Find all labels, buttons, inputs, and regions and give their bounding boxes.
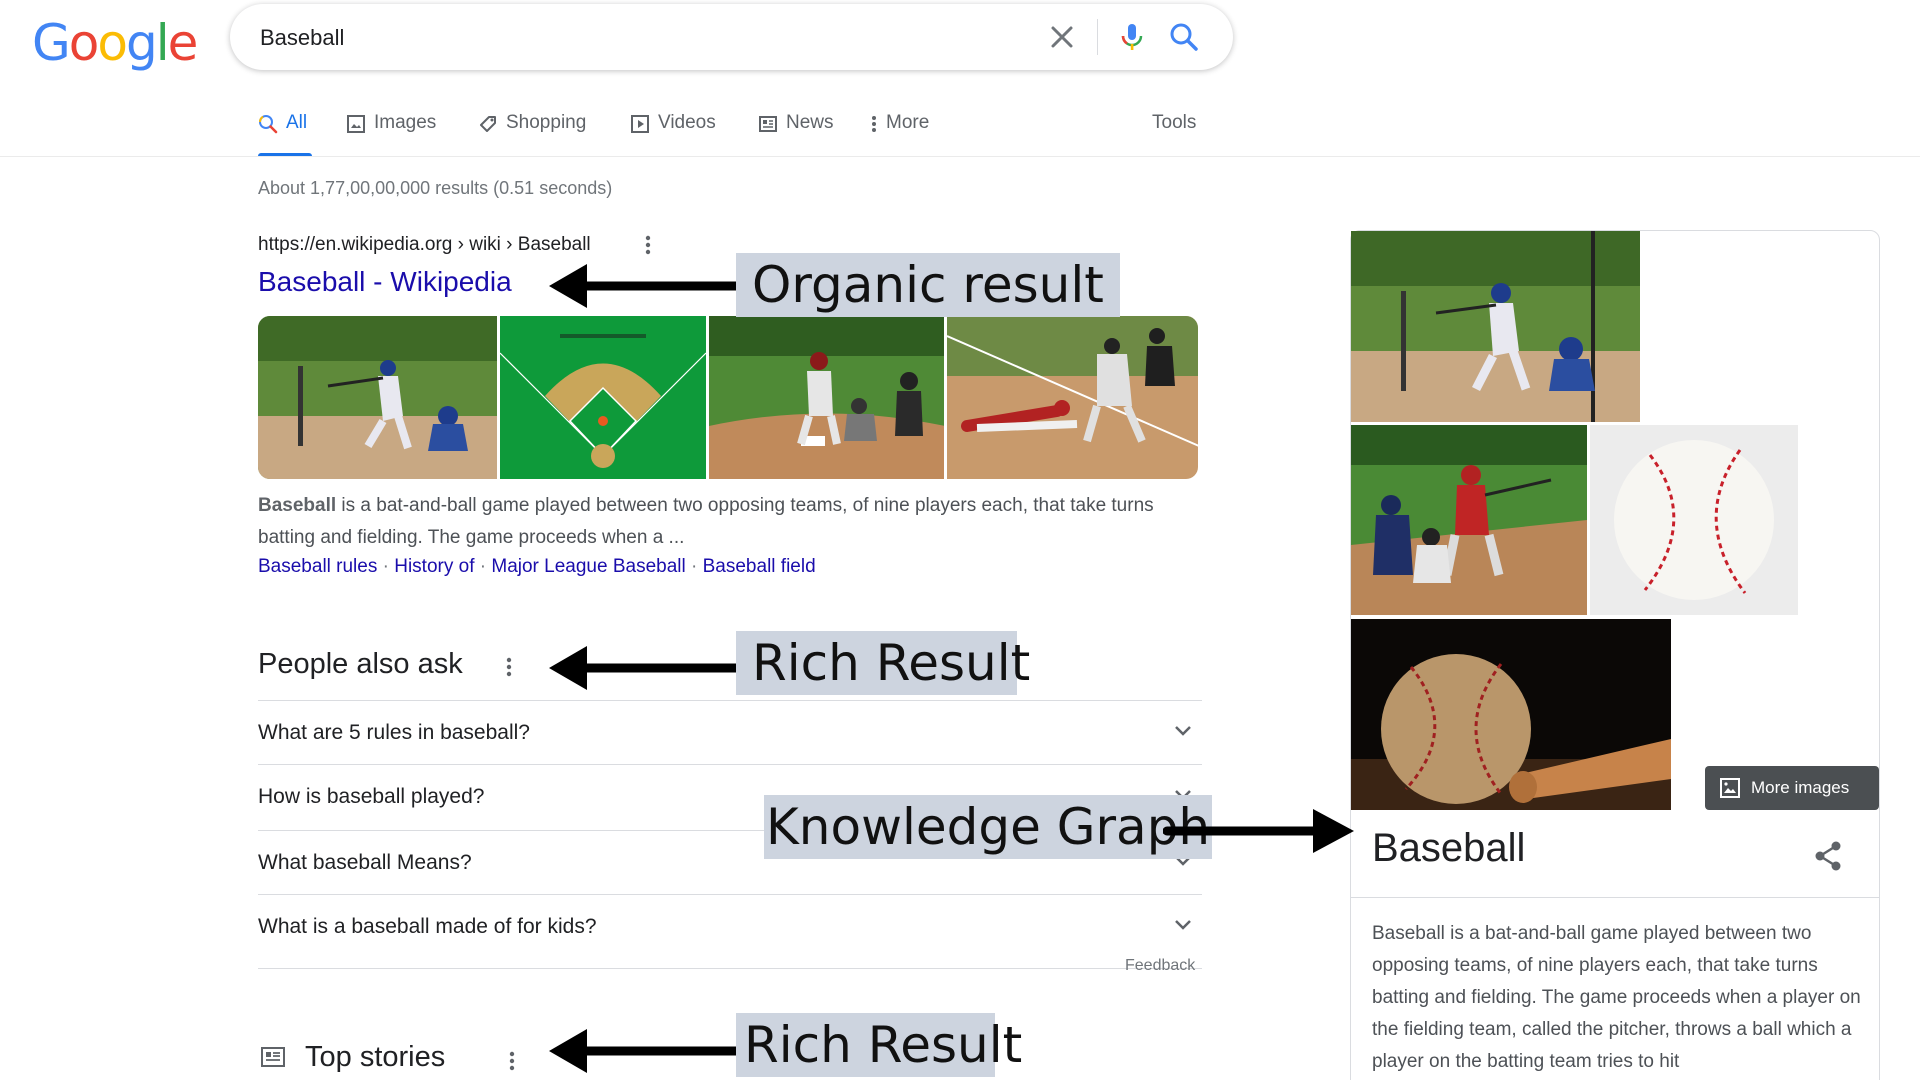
arrow-left-icon bbox=[549, 264, 740, 308]
sitelink-separator: · bbox=[685, 556, 703, 577]
chevron-down-icon bbox=[1175, 920, 1191, 930]
result-menu-icon[interactable] bbox=[644, 234, 652, 260]
logo-letter: e bbox=[167, 14, 199, 72]
search-icon bbox=[258, 115, 278, 134]
tab-label: More bbox=[886, 112, 930, 133]
kp-title: Baseball bbox=[1372, 826, 1526, 870]
kp-divider bbox=[1351, 897, 1879, 898]
sitelink-separator: · bbox=[377, 556, 395, 577]
arrow-left-icon bbox=[549, 1029, 740, 1073]
callout-rich-result: Rich Result bbox=[736, 631, 1030, 695]
paa-question-text: What baseball Means? bbox=[258, 851, 472, 874]
feedback-link[interactable]: Feedback bbox=[1125, 957, 1195, 975]
paa-question[interactable]: What is a baseball made of for kids? bbox=[258, 894, 1202, 958]
result-thumbnail[interactable] bbox=[946, 316, 1198, 479]
paa-menu-icon[interactable] bbox=[505, 656, 513, 682]
sitelink[interactable]: Major League Baseball bbox=[491, 556, 685, 577]
logo-letter: l bbox=[155, 14, 170, 72]
kp-image[interactable] bbox=[1590, 425, 1798, 615]
callout-knowledge-graph: Knowledge Graph bbox=[764, 795, 1213, 859]
sitelink[interactable]: History of bbox=[394, 556, 474, 577]
top-stories-menu-icon[interactable] bbox=[508, 1050, 516, 1076]
result-thumbnail[interactable] bbox=[258, 316, 498, 479]
search-input[interactable] bbox=[260, 25, 960, 51]
result-thumbnail[interactable] bbox=[500, 316, 706, 479]
top-stories-heading: Top stories bbox=[305, 1041, 446, 1073]
search-box[interactable] bbox=[230, 4, 1233, 70]
result-stats: About 1,77,00,00,000 results (0.51 secon… bbox=[258, 178, 613, 198]
callout-organic-result: Organic result bbox=[736, 253, 1120, 317]
more-images-label: More images bbox=[1751, 778, 1850, 797]
tab-images[interactable]: Images bbox=[346, 112, 436, 156]
paa-bottom-divider bbox=[258, 968, 1202, 969]
paa-question-text: What are 5 rules in baseball? bbox=[258, 721, 530, 744]
search-divider bbox=[1097, 19, 1098, 55]
tools-button[interactable]: Tools bbox=[1152, 112, 1196, 156]
paa-heading: People also ask bbox=[258, 648, 463, 680]
newspaper-icon bbox=[759, 116, 777, 132]
tag-icon bbox=[480, 116, 496, 132]
sitelink-separator: · bbox=[474, 556, 492, 577]
snippet-bold: Baseball bbox=[258, 495, 337, 516]
search-icon[interactable] bbox=[1168, 21, 1200, 53]
microphone-icon[interactable] bbox=[1116, 21, 1148, 53]
tab-label: Videos bbox=[658, 112, 716, 133]
kp-description: Baseball is a bat-and-ball game played b… bbox=[1372, 923, 1861, 1072]
result-image-strip bbox=[258, 316, 1198, 479]
tab-more[interactable]: More bbox=[870, 112, 929, 156]
image-icon bbox=[1720, 778, 1740, 798]
logo-letter: o bbox=[68, 14, 100, 72]
image-icon bbox=[347, 115, 365, 133]
result-breadcrumb[interactable]: https://en.wikipedia.org › wiki › Baseba… bbox=[258, 234, 591, 256]
google-logo[interactable]: Google bbox=[32, 14, 199, 72]
chevron-down-icon bbox=[1175, 726, 1191, 736]
sitelinks: Baseball rules · History of · Major Leag… bbox=[258, 556, 816, 578]
callout-rich-result: Rich Result bbox=[736, 1013, 1022, 1077]
result-snippet: Baseball is a bat-and-ball game played b… bbox=[258, 490, 1188, 554]
kp-image[interactable] bbox=[1351, 619, 1671, 810]
arrow-right-icon bbox=[1163, 809, 1354, 853]
kebab-icon bbox=[872, 116, 876, 132]
arrow-left-icon bbox=[549, 646, 740, 690]
snippet-text: is a bat-and-ball game played between tw… bbox=[258, 495, 1154, 548]
sitelink[interactable]: Baseball rules bbox=[258, 556, 377, 577]
tabs-divider bbox=[0, 156, 1920, 157]
tab-label: Shopping bbox=[506, 112, 587, 133]
sitelink[interactable]: Baseball field bbox=[703, 556, 816, 577]
logo-letter: o bbox=[97, 14, 128, 72]
play-icon bbox=[631, 115, 649, 133]
paa-question[interactable]: What are 5 rules in baseball? bbox=[258, 700, 1202, 764]
more-images-button[interactable]: More images bbox=[1705, 766, 1879, 810]
clear-icon[interactable] bbox=[1046, 21, 1078, 53]
newspaper-icon bbox=[261, 1047, 285, 1067]
paa-question-text: What is a baseball made of for kids? bbox=[258, 915, 597, 938]
paa-question-text: How is baseball played? bbox=[258, 785, 485, 808]
tab-all[interactable]: All bbox=[258, 112, 312, 156]
kp-image[interactable] bbox=[1351, 231, 1640, 422]
logo-letter: G bbox=[32, 14, 71, 72]
tab-label: News bbox=[786, 112, 834, 133]
tab-shopping[interactable]: Shopping bbox=[478, 112, 586, 156]
share-icon[interactable] bbox=[1813, 840, 1843, 872]
tab-label: Images bbox=[374, 112, 437, 133]
tab-news[interactable]: News bbox=[758, 112, 834, 156]
result-title-link[interactable]: Baseball - Wikipedia bbox=[258, 266, 512, 298]
result-thumbnail[interactable] bbox=[708, 316, 944, 479]
logo-letter: g bbox=[125, 14, 158, 72]
kp-image[interactable] bbox=[1351, 425, 1587, 615]
tab-videos[interactable]: Videos bbox=[630, 112, 716, 156]
tools-label: Tools bbox=[1152, 112, 1197, 133]
tab-label: All bbox=[286, 112, 308, 133]
